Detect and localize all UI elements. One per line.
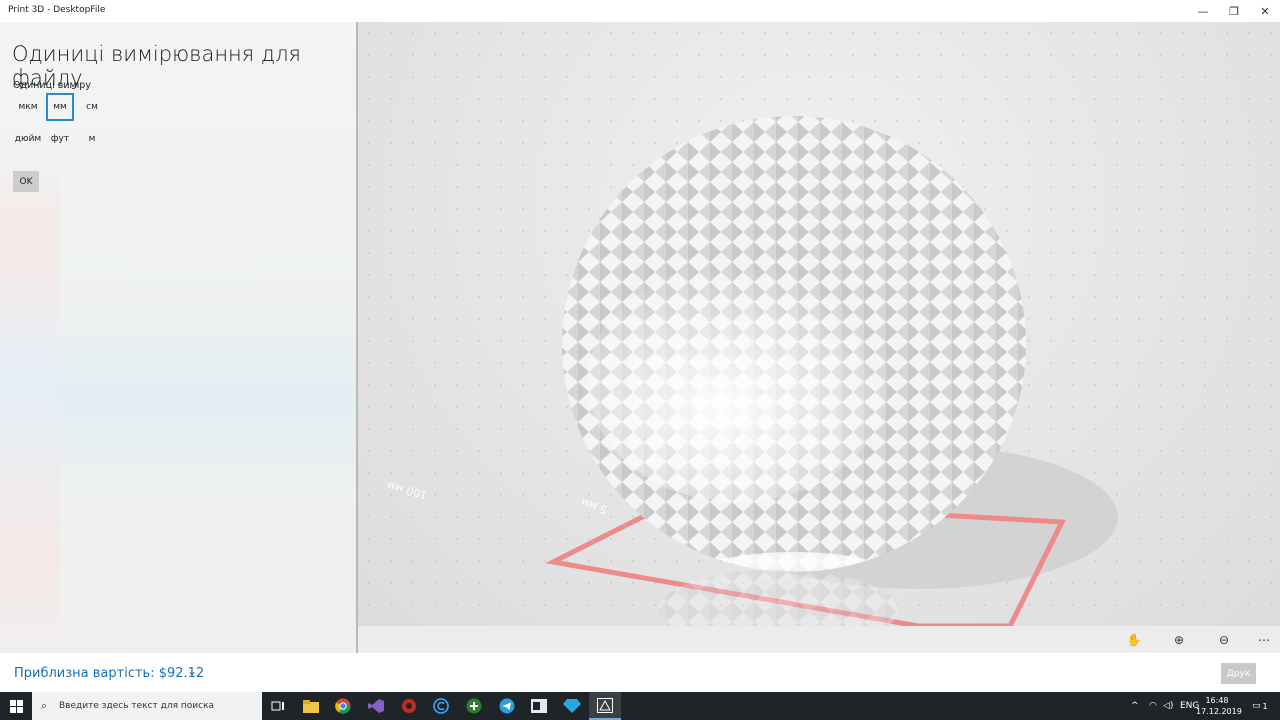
notifications-button[interactable]: ▭ 1 bbox=[1252, 692, 1268, 720]
visual-studio-icon bbox=[368, 699, 384, 713]
app-diamond[interactable] bbox=[556, 692, 588, 720]
print3d-app[interactable] bbox=[589, 692, 621, 720]
telegram-icon bbox=[499, 698, 515, 714]
clock[interactable]: 16:48 17.12.2019 bbox=[1196, 695, 1242, 717]
window-title: Print 3D - DesktopFile bbox=[8, 5, 106, 15]
restore-icon: ❐ bbox=[1229, 4, 1239, 18]
3d-viewport[interactable]: 100 мм 5 мм bbox=[358, 22, 1280, 626]
unit-cm-button[interactable]: см bbox=[78, 93, 106, 121]
close-button[interactable]: ✕ bbox=[1248, 0, 1280, 22]
visual-studio-app[interactable] bbox=[360, 692, 392, 720]
chrome-icon bbox=[335, 698, 351, 714]
app-red[interactable] bbox=[393, 692, 425, 720]
notification-icon: ▭ bbox=[1252, 701, 1261, 711]
notification-count: 1 bbox=[1262, 701, 1268, 711]
unit-inch-button[interactable]: дюйм bbox=[14, 125, 42, 153]
search-placeholder: Введите здесь текст для поиска bbox=[59, 701, 215, 711]
taskbar: ⌕ Введите здесь текст для поиска ^ ◠ ◁) … bbox=[0, 692, 1280, 720]
estimated-cost[interactable]: Приблизна вартість: $92.12 bbox=[14, 666, 204, 681]
green-app-icon bbox=[466, 698, 482, 714]
units-label: Одиниці виміру bbox=[13, 80, 91, 91]
close-icon: ✕ bbox=[1260, 4, 1270, 18]
explorer-app[interactable] bbox=[295, 692, 327, 720]
view-reset-button[interactable]: ✋ bbox=[1124, 631, 1144, 649]
task-view-icon bbox=[271, 701, 284, 711]
telegram-app[interactable] bbox=[491, 692, 523, 720]
unit-um-button[interactable]: мкм bbox=[14, 93, 42, 121]
volume-button[interactable]: ◁) bbox=[1163, 692, 1173, 720]
clock-time: 16:48 bbox=[1205, 696, 1229, 705]
red-app-icon bbox=[402, 699, 416, 713]
window-app-icon bbox=[531, 699, 547, 713]
search-icon: ⌕ bbox=[41, 699, 48, 712]
print-button[interactable]: Друк bbox=[1221, 663, 1256, 684]
taskbar-search[interactable]: ⌕ Введите здесь текст для поиска bbox=[32, 692, 262, 720]
task-view-button[interactable] bbox=[262, 692, 294, 720]
app-green[interactable] bbox=[458, 692, 490, 720]
scene-canvas: 100 мм 5 мм bbox=[358, 22, 1280, 626]
start-button[interactable] bbox=[0, 692, 32, 720]
title-bar: Print 3D - DesktopFile — ❐ ✕ bbox=[0, 0, 1280, 22]
app-window[interactable] bbox=[523, 692, 555, 720]
hand-icon: ✋ bbox=[1126, 633, 1142, 647]
speaker-icon: ◁) bbox=[1163, 701, 1174, 711]
units-panel: Одиниці вимірювання для файлу Одиниці ви… bbox=[0, 22, 356, 653]
chrome-app[interactable] bbox=[327, 692, 359, 720]
tray-expand-button[interactable]: ^ bbox=[1131, 692, 1139, 720]
zoom-out-button[interactable]: ⊖ bbox=[1214, 631, 1234, 649]
zoom-in-icon: ⊕ bbox=[1173, 633, 1185, 647]
chevron-down-icon[interactable]: ⌄ bbox=[187, 664, 197, 678]
wifi-icon: ◠ bbox=[1149, 701, 1157, 711]
clock-date: 17.12.2019 bbox=[1196, 707, 1242, 716]
app-c[interactable] bbox=[425, 692, 457, 720]
more-button[interactable]: ⋯ bbox=[1254, 631, 1274, 649]
ok-button[interactable]: OK bbox=[13, 171, 39, 192]
chevron-up-icon: ^ bbox=[1131, 701, 1139, 711]
unit-m-button[interactable]: м bbox=[78, 125, 106, 153]
c-app-icon bbox=[433, 698, 449, 714]
zoom-in-button[interactable]: ⊕ bbox=[1169, 631, 1189, 649]
print3d-icon bbox=[597, 697, 613, 713]
windows-icon bbox=[9, 699, 23, 713]
bottom-bar: Приблизна вартість: $92.12 ⌄ Друк bbox=[0, 653, 1280, 692]
unit-mm-button[interactable]: мм bbox=[46, 93, 74, 121]
minimize-button[interactable]: — bbox=[1186, 0, 1220, 22]
restore-button[interactable]: ❐ bbox=[1217, 0, 1251, 22]
minimize-icon: — bbox=[1197, 4, 1209, 18]
diamond-icon bbox=[563, 699, 581, 713]
view-toolbar: ✋ ⊕ ⊖ ⋯ bbox=[358, 626, 1280, 653]
folder-icon bbox=[303, 699, 319, 713]
more-icon: ⋯ bbox=[1258, 633, 1270, 647]
unit-ft-button[interactable]: фут bbox=[46, 125, 74, 153]
network-button[interactable]: ◠ bbox=[1149, 692, 1157, 720]
zoom-out-icon: ⊖ bbox=[1218, 633, 1230, 647]
